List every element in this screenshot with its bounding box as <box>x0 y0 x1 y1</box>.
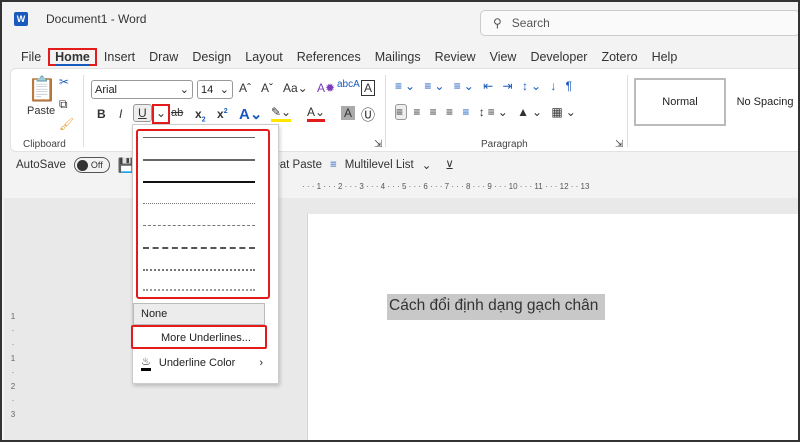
change-case-icon[interactable]: Aa⌄ <box>283 81 308 95</box>
font-size-select[interactable]: 14 ⌄ <box>197 80 233 99</box>
clear-formatting-icon[interactable]: A✹ <box>317 81 335 95</box>
paragraph-dialog-launcher-icon[interactable]: ⇲ <box>615 139 623 150</box>
underline-button[interactable]: U <box>133 104 152 122</box>
font-name: Arial <box>95 83 118 96</box>
horizontal-ruler[interactable]: · · · 1 · · · 2 · · · 3 · · · 4 · · · 5 … <box>302 182 798 196</box>
chevron-right-icon: › <box>259 357 263 369</box>
font-size: 14 <box>201 83 214 96</box>
customize-qat-icon[interactable]: ⊻ <box>445 158 453 172</box>
underline-wave[interactable] <box>143 289 255 291</box>
divider <box>385 75 386 147</box>
copy-icon[interactable]: ⧉ <box>59 97 68 112</box>
ruler-tick: · <box>11 368 15 377</box>
chevron-down-icon: ⌄ <box>421 160 432 172</box>
title-bar: W Document1 - Word <box>14 12 146 26</box>
ruler-tick: · <box>11 326 15 335</box>
phonetic-guide-icon[interactable]: abcA <box>337 79 360 90</box>
chevron-down-icon: ⌄ <box>179 84 189 96</box>
tab-layout[interactable]: Layout <box>238 48 290 66</box>
paste-icon[interactable]: 📋 <box>27 75 57 104</box>
underline-none[interactable]: None <box>133 303 265 325</box>
text-effects-icon[interactable]: A⌄ <box>239 105 262 123</box>
underline-color-label: Underline Color <box>158 357 236 369</box>
tab-draw[interactable]: Draw <box>142 48 185 66</box>
highlight-color-icon[interactable]: ✎⌄ <box>271 105 292 122</box>
ruler-tick: 1 <box>10 354 16 363</box>
more-underlines-button[interactable]: More Underlines... <box>131 325 267 349</box>
underline-dotted[interactable] <box>143 203 255 204</box>
strikethrough-icon[interactable]: ab <box>171 107 183 119</box>
divider <box>83 75 84 147</box>
tab-file[interactable]: File <box>14 48 48 66</box>
autosave-label: AutoSave <box>16 159 66 171</box>
underline-thick[interactable] <box>143 159 255 161</box>
tab-developer[interactable]: Developer <box>523 48 594 66</box>
paragraph-row2-icons[interactable]: ≡ ≡ ≡ ≡ ≡ ↕≡⌄ ▲⌄ ▦⌄ <box>395 104 579 120</box>
character-shading-icon[interactable]: A <box>341 106 356 120</box>
word-logo-icon: W <box>14 12 28 26</box>
underline-styles-list <box>136 129 270 299</box>
style-no-spacing[interactable]: No Spacing <box>726 78 798 126</box>
tab-mailings[interactable]: Mailings <box>368 48 428 66</box>
underline-single[interactable] <box>143 137 255 138</box>
subscript-icon[interactable]: x2 <box>195 107 206 123</box>
underline-color-item[interactable]: ♨ Underline Color › <box>141 355 276 371</box>
paste-button[interactable]: Paste <box>27 105 55 117</box>
superscript-icon[interactable]: x2 <box>217 107 228 121</box>
ribbon-tabs: File Home Insert Draw Design Layout Refe… <box>14 48 684 66</box>
tab-insert[interactable]: Insert <box>97 48 142 66</box>
bold-icon[interactable]: B <box>97 107 106 121</box>
enclose-characters-icon[interactable]: Ⓤ <box>361 105 375 125</box>
tab-zotero[interactable]: Zotero <box>594 48 644 66</box>
search-icon: ⚲ <box>493 16 502 30</box>
tab-review[interactable]: Review <box>428 48 483 66</box>
font-dialog-launcher-icon[interactable]: ⇲ <box>374 139 382 150</box>
styles-gallery: Normal No Spacing <box>634 78 798 126</box>
tab-view[interactable]: View <box>483 48 524 66</box>
tab-help[interactable]: Help <box>645 48 685 66</box>
multilevel-list-icon: ≡ <box>329 159 337 171</box>
search-box[interactable]: ⚲ Search <box>480 10 798 36</box>
selected-text[interactable]: Cách đổi định dạng gạch chân <box>387 294 605 320</box>
chevron-down-icon: ⌄ <box>219 84 229 96</box>
underline-dashed[interactable] <box>143 225 255 226</box>
autosave-toggle[interactable]: Off <box>73 157 110 173</box>
ruler-tick: · <box>11 396 15 405</box>
tab-references[interactable]: References <box>290 48 368 66</box>
quick-access-toolbar: AutoSave Off 💾S peat Paste ≡Multilevel L… <box>10 152 798 178</box>
underline-dash-dot-dot[interactable] <box>143 269 255 271</box>
document-page[interactable] <box>307 214 798 440</box>
character-border-icon[interactable]: A <box>361 80 376 96</box>
paint-bucket-icon: ♨ <box>141 355 151 371</box>
italic-icon[interactable]: I <box>119 107 122 121</box>
grow-font-icon[interactable]: Aˆ <box>239 81 251 95</box>
shrink-font-icon[interactable]: Aˇ <box>261 81 273 95</box>
cut-icon[interactable]: ✂ <box>59 75 69 89</box>
format-painter-icon[interactable]: 🖌 <box>59 117 74 131</box>
underline-menu: None More Underlines... ♨ Underline Colo… <box>131 124 279 384</box>
ruler-tick: 1 <box>10 312 16 321</box>
word-window: W Document1 - Word ⚲ Search File Home In… <box>0 0 800 442</box>
paragraph-row1-icons[interactable]: ≡⌄ ≡⌄ ≡⌄ ⇤ ⇥ ↕⌄ ↓ ¶ <box>395 79 575 93</box>
font-name-select[interactable]: Arial ⌄ <box>91 80 193 99</box>
window-title: Document1 - Word <box>46 12 147 26</box>
ruler-tick: · <box>11 340 15 349</box>
search-placeholder: Search <box>511 16 550 30</box>
ruler-tick: 3 <box>10 410 16 419</box>
underline-dash-dot[interactable] <box>143 247 255 249</box>
ruler-tick: 2 <box>10 382 16 391</box>
underline-dropdown-chevron-icon[interactable]: ⌄ <box>152 104 171 124</box>
toggle-state: Off <box>90 160 103 170</box>
font-color-icon[interactable]: A⌄ <box>307 105 326 122</box>
vertical-ruler[interactable]: 1 · · 1 · 2 · 3 <box>6 202 20 440</box>
paragraph-label: Paragraph <box>481 139 528 150</box>
tab-home-label: Home <box>55 50 90 66</box>
tab-home[interactable]: Home <box>48 48 97 66</box>
divider <box>627 75 628 147</box>
style-normal[interactable]: Normal <box>634 78 726 126</box>
multilevel-list-button[interactable]: Multilevel List <box>345 159 414 171</box>
tab-design[interactable]: Design <box>185 48 238 66</box>
clipboard-label: Clipboard <box>23 139 66 150</box>
underline-heavy[interactable] <box>143 181 255 183</box>
